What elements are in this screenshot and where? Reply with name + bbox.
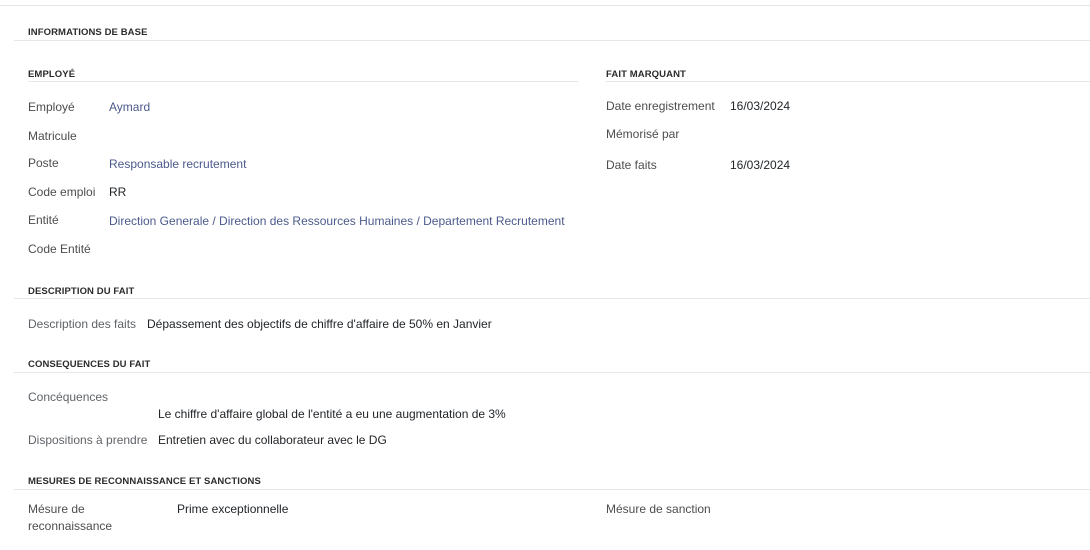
consequences-label: Concéquences — [28, 390, 109, 404]
section-divider-base — [14, 40, 1090, 41]
section-title-base: INFORMATIONS DE BASE — [28, 27, 148, 38]
description-value: Dépassement des objectifs de chiffre d'a… — [147, 317, 492, 331]
section-title-consequences: CONSEQUENCES DU FAIT — [28, 359, 151, 370]
reconnaissance-value: Prime exceptionnelle — [177, 502, 289, 516]
sanction-label: Mésure de sanction — [606, 502, 711, 516]
group-title-employee: EMPLOYÉ — [28, 69, 76, 80]
reconnaissance-label-line2: reconnaissance — [28, 519, 113, 533]
date-faits-value: 16/03/2024 — [730, 158, 791, 172]
poste-label: Poste — [28, 156, 59, 170]
entite-value-link[interactable]: Direction Generale / Direction des Resso… — [109, 214, 565, 228]
section-divider-description — [14, 298, 1090, 299]
employee-label: Employé — [28, 100, 75, 114]
employee-value-link[interactable]: Aymard — [109, 100, 150, 114]
matricule-label: Matricule — [28, 129, 77, 143]
memorise-par-label: Mémorisé par — [606, 127, 680, 141]
poste-value-link[interactable]: Responsable recrutement — [109, 157, 246, 171]
date-enregistrement-label: Date enregistrement — [606, 99, 715, 113]
date-enregistrement-value: 16/03/2024 — [730, 99, 791, 113]
code-entite-label: Code Entité — [28, 242, 91, 256]
reconnaissance-label-line1: Mésure de — [28, 502, 85, 516]
section-title-mesures: MESURES DE RECONNAISSANCE ET SANCTIONS — [28, 476, 261, 487]
section-divider-consequences — [14, 372, 1090, 373]
entite-label: Entité — [28, 213, 59, 227]
group-title-fait-marquant: FAIT MARQUANT — [606, 69, 686, 80]
section-divider-mesures — [14, 489, 1090, 490]
dispositions-value: Entretien avec du collaborateur avec le … — [158, 433, 387, 447]
dispositions-label: Dispositions à prendre — [28, 433, 148, 447]
code-emploi-value: RR — [109, 185, 127, 199]
date-faits-label: Date faits — [606, 158, 657, 172]
description-label: Description des faits — [28, 317, 137, 331]
group-divider-employee — [28, 81, 578, 82]
code-emploi-label: Code emploi — [28, 185, 96, 199]
consequences-value: Le chiffre d'affaire global de l'entité … — [158, 407, 506, 421]
section-title-description: DESCRIPTION DU FAIT — [28, 286, 135, 297]
group-divider-fait-marquant — [606, 81, 1090, 82]
top-divider — [0, 5, 1090, 6]
